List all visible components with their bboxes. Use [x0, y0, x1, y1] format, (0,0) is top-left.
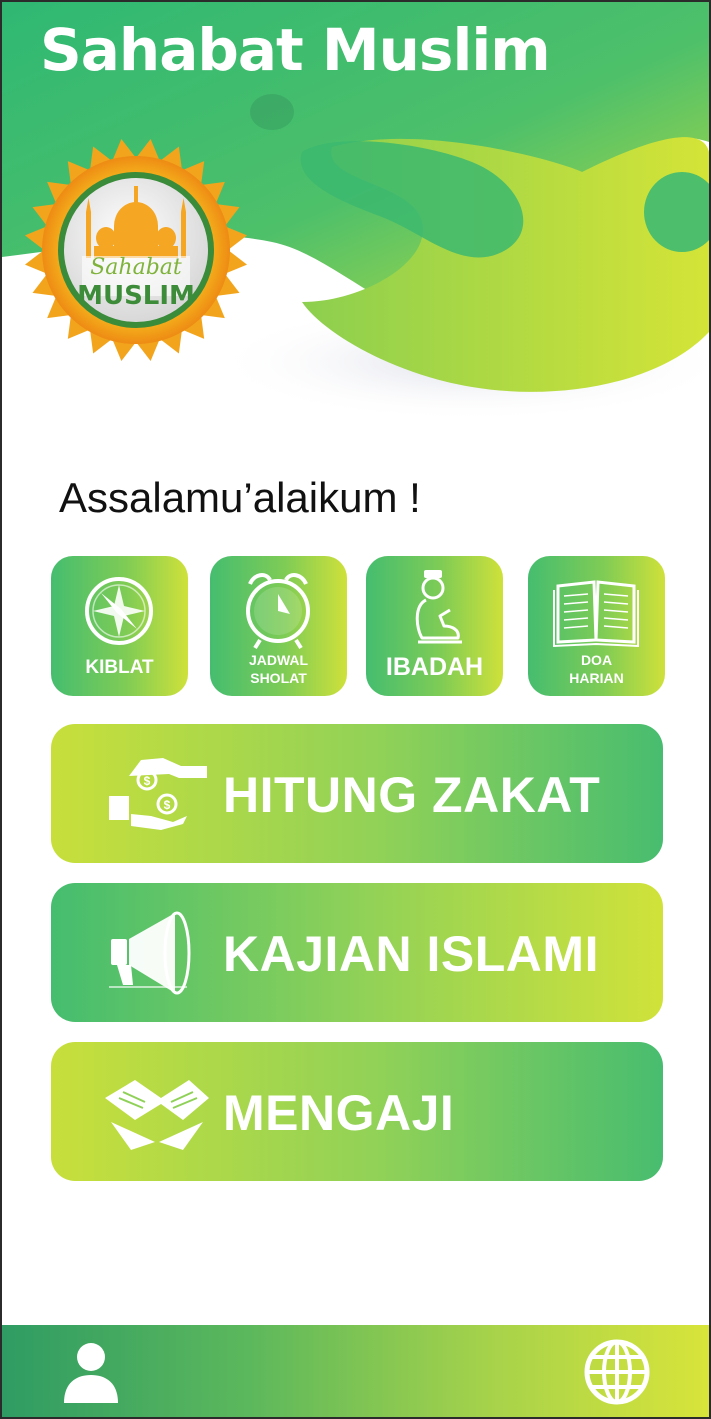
quran-stand-icon [105, 1080, 209, 1150]
wide-button-label: MENGAJI [223, 1085, 455, 1141]
app-screen: Sahabat Muslim Sahabat MUSLIM Assalamu’a… [0, 0, 711, 1419]
app-logo: Sahabat MUSLIM [24, 138, 248, 362]
alarm-clock-icon [246, 573, 310, 650]
language-button[interactable] [582, 1337, 652, 1407]
giving-coins-icon: $ $ [109, 758, 207, 830]
wide-button-label: HITUNG ZAKAT [223, 767, 601, 823]
tile-label: KIBLAT [85, 657, 154, 678]
globe-icon [584, 1339, 650, 1405]
tile-jadwal-sholat[interactable]: JADWAL SHOLAT [210, 556, 347, 696]
tile-label: JADWAL SHOLAT [248, 652, 309, 686]
user-icon [64, 1343, 118, 1403]
compass-icon [85, 577, 153, 645]
svg-text:Sahabat: Sahabat [90, 255, 182, 280]
svg-text:MUSLIM: MUSLIM [77, 281, 195, 311]
greeting-text: Assalamu’alaikum ! [59, 474, 421, 521]
tile-ibadah[interactable]: IBADAH [366, 556, 503, 696]
tile-kiblat[interactable]: KIBLAT [51, 556, 188, 696]
hitung-zakat-button[interactable]: $ $ HITUNG ZAKAT [51, 724, 663, 863]
app-title: Sahabat Muslim [40, 16, 551, 84]
svg-text:$: $ [144, 774, 151, 788]
wide-button-label: KAJIAN ISLAMI [223, 926, 599, 982]
megaphone-icon [109, 911, 191, 995]
tile-doa-harian[interactable]: DOA HARIAN [528, 556, 665, 696]
kajian-islami-button[interactable]: KAJIAN ISLAMI [51, 883, 663, 1022]
mengaji-button[interactable]: MENGAJI [51, 1042, 663, 1181]
profile-button[interactable] [58, 1339, 124, 1405]
open-book-icon [553, 580, 639, 648]
tile-label: IBADAH [385, 653, 484, 681]
svg-text:$: $ [164, 798, 171, 812]
bottom-nav-bar [2, 1325, 709, 1417]
praying-person-icon [415, 570, 462, 644]
tile-label: DOA HARIAN [569, 652, 624, 686]
